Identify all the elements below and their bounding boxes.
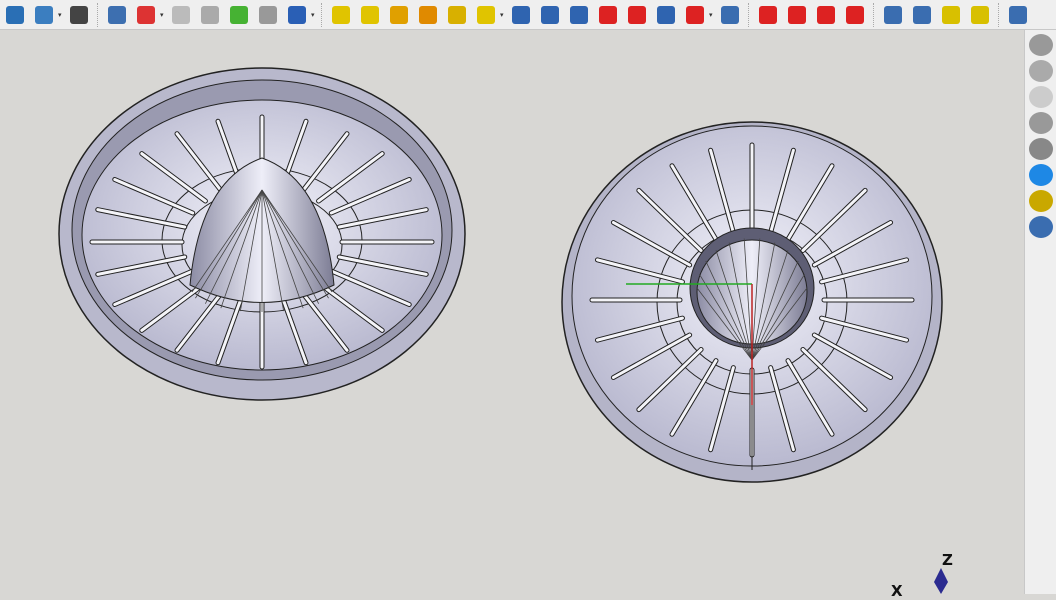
group-icon[interactable] bbox=[1028, 112, 1053, 134]
linear-pattern-icon bbox=[912, 5, 931, 24]
right-toolbar bbox=[1024, 30, 1056, 594]
additive-helix-icon bbox=[447, 5, 466, 24]
additive-loft-icon bbox=[389, 5, 408, 24]
additive-primitive-icon bbox=[476, 5, 495, 24]
sketch-icon bbox=[136, 5, 155, 24]
subtractive-primitive-button[interactable] bbox=[683, 3, 707, 27]
revolution-icon bbox=[360, 5, 379, 24]
draft-icon bbox=[816, 5, 835, 24]
axis-x-label: X bbox=[891, 582, 903, 600]
subtractive-pipe-icon bbox=[627, 5, 646, 24]
thickness-button[interactable] bbox=[843, 3, 867, 27]
groove-icon bbox=[569, 5, 588, 24]
validate-sketch-icon bbox=[171, 5, 190, 24]
datum-button[interactable] bbox=[285, 3, 309, 27]
datum-icon bbox=[287, 5, 306, 24]
sprocket-icon bbox=[1008, 5, 1027, 24]
toolbar-separator bbox=[321, 2, 322, 27]
braces-icon bbox=[69, 5, 88, 24]
main-toolbar: ▾ ▾ ▾ ▾ ▾ bbox=[0, 0, 1056, 30]
macro-icon[interactable] bbox=[1028, 190, 1053, 212]
chamfer-button[interactable] bbox=[785, 3, 809, 27]
additive-primitive-button[interactable] bbox=[474, 3, 498, 27]
dropdown-arrow-icon[interactable]: ▾ bbox=[500, 11, 506, 19]
multitransform-icon bbox=[970, 5, 989, 24]
export-button[interactable] bbox=[32, 3, 56, 27]
revolution-button[interactable] bbox=[358, 3, 382, 27]
subtractive-pipe-button[interactable] bbox=[625, 3, 649, 27]
surface-button[interactable] bbox=[227, 3, 251, 27]
validate-sketch-button[interactable] bbox=[169, 3, 193, 27]
pocket-button[interactable] bbox=[509, 3, 533, 27]
hole-icon bbox=[540, 5, 559, 24]
dropdown-arrow-icon[interactable]: ▾ bbox=[311, 11, 317, 19]
axis-z-label: Z bbox=[942, 551, 953, 569]
mirrored-icon bbox=[883, 5, 902, 24]
folder-icon bbox=[5, 5, 24, 24]
appearance-icon[interactable] bbox=[1028, 34, 1053, 56]
shape-binder-button[interactable] bbox=[256, 3, 280, 27]
multitransform-button[interactable] bbox=[968, 3, 992, 27]
box-icon[interactable] bbox=[1028, 138, 1053, 160]
sprocket-button[interactable] bbox=[1006, 3, 1030, 27]
hole-button[interactable] bbox=[538, 3, 562, 27]
export-icon bbox=[34, 5, 53, 24]
info-icon[interactable] bbox=[1028, 164, 1053, 186]
pad-icon bbox=[331, 5, 350, 24]
dropdown-arrow-icon[interactable]: ▾ bbox=[160, 11, 166, 19]
toolbar-separator bbox=[873, 2, 874, 27]
figure-icon bbox=[200, 5, 219, 24]
shape-binder-icon bbox=[258, 5, 277, 24]
polar-pattern-button[interactable] bbox=[939, 3, 963, 27]
surface-icon bbox=[229, 5, 248, 24]
pocket-icon bbox=[511, 5, 530, 24]
linear-pattern-button[interactable] bbox=[910, 3, 934, 27]
folder-button[interactable] bbox=[3, 3, 27, 27]
subtractive-primitive-icon bbox=[685, 5, 704, 24]
toolbar-separator bbox=[748, 2, 749, 27]
toolbar-separator bbox=[998, 2, 999, 27]
toolbar-separator bbox=[97, 2, 98, 27]
subtractive-helix-icon bbox=[656, 5, 675, 24]
groove-button[interactable] bbox=[567, 3, 591, 27]
figure-button[interactable] bbox=[198, 3, 222, 27]
part-button[interactable] bbox=[105, 3, 129, 27]
boolean-icon bbox=[720, 5, 739, 24]
subtractive-helix-button[interactable] bbox=[654, 3, 678, 27]
sketch-button[interactable] bbox=[134, 3, 158, 27]
additive-pipe-button[interactable] bbox=[416, 3, 440, 27]
juicer-part-left[interactable] bbox=[58, 67, 466, 401]
polar-pattern-icon bbox=[941, 5, 960, 24]
transparency-icon[interactable] bbox=[1028, 86, 1053, 108]
pad-button[interactable] bbox=[329, 3, 353, 27]
view-3d-icon[interactable] bbox=[1028, 216, 1053, 238]
boolean-button[interactable] bbox=[718, 3, 742, 27]
additive-loft-button[interactable] bbox=[387, 3, 411, 27]
chamfer-icon bbox=[787, 5, 806, 24]
additive-helix-button[interactable] bbox=[445, 3, 469, 27]
material-icon[interactable] bbox=[1028, 60, 1053, 82]
mirrored-button[interactable] bbox=[881, 3, 905, 27]
part-icon bbox=[107, 5, 126, 24]
braces-button[interactable] bbox=[67, 3, 91, 27]
dropdown-arrow-icon[interactable]: ▾ bbox=[58, 11, 64, 19]
fillet-button[interactable] bbox=[756, 3, 780, 27]
juicer-part-right[interactable] bbox=[561, 121, 943, 483]
additive-pipe-icon bbox=[418, 5, 437, 24]
dropdown-arrow-icon[interactable]: ▾ bbox=[709, 11, 715, 19]
subtractive-loft-button[interactable] bbox=[596, 3, 620, 27]
draft-button[interactable] bbox=[814, 3, 838, 27]
thickness-icon bbox=[845, 5, 864, 24]
fillet-icon bbox=[758, 5, 777, 24]
subtractive-loft-icon bbox=[598, 5, 617, 24]
axis-cross-z-arrow bbox=[934, 568, 948, 594]
3d-viewport[interactable]: Z X bbox=[0, 30, 1024, 600]
